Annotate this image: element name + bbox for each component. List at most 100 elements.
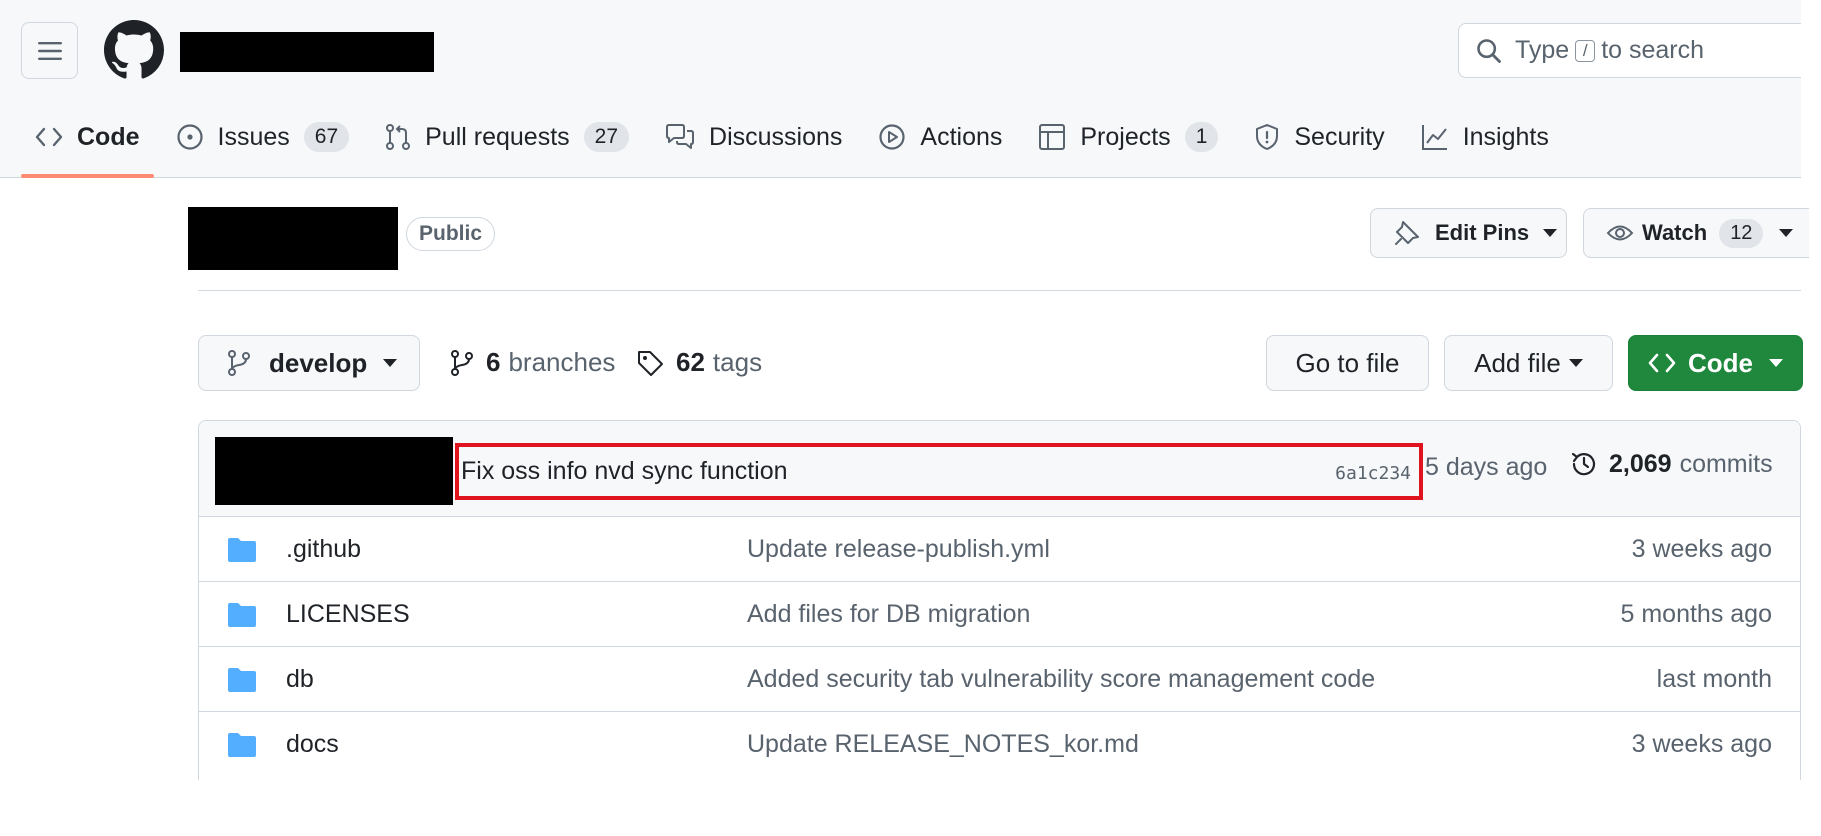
branch-name: develop: [269, 347, 368, 378]
tab-issues-label: Issues: [217, 122, 290, 151]
tab-insights-label: Insights: [1462, 122, 1549, 151]
branch-select-button[interactable]: develop: [198, 335, 420, 391]
tags-label: tags: [712, 347, 763, 377]
search-icon: [1477, 39, 1501, 63]
issues-count-badge: 67: [303, 122, 350, 152]
file-row[interactable]: db Added security tab vulnerability scor…: [199, 647, 1800, 712]
commit-count-label: commits: [1679, 449, 1773, 478]
folder-icon: [228, 538, 256, 562]
pull-requests-count-badge: 27: [583, 122, 630, 152]
edit-pins-label: Edit Pins: [1435, 220, 1530, 245]
play-icon: [879, 124, 905, 150]
menu-button[interactable]: [21, 22, 78, 79]
watch-count-badge: 12: [1719, 218, 1764, 248]
branches-count: 6: [486, 347, 501, 377]
projects-count-badge: 1: [1184, 122, 1219, 152]
file-name[interactable]: LICENSES: [286, 600, 410, 629]
tab-security[interactable]: Security: [1240, 112, 1398, 162]
commits-link[interactable]: 2,069 commits: [1569, 449, 1773, 479]
latest-commit-bar: Fix oss info nvd sync function 6a1c234 5…: [199, 421, 1800, 517]
latest-commit-message[interactable]: Fix oss info nvd sync function 6a1c234: [455, 443, 1423, 500]
tab-issues[interactable]: Issues 67: [162, 112, 364, 162]
tab-security-label: Security: [1294, 122, 1385, 151]
commit-message-text[interactable]: Fix oss info nvd sync function: [461, 457, 788, 486]
file-commit-time: 5 months ago: [1620, 600, 1773, 628]
go-to-file-label: Go to file: [1295, 347, 1400, 378]
tab-discussions-label: Discussions: [709, 122, 843, 151]
file-commit-time: 3 weeks ago: [1631, 535, 1772, 563]
code-button-label: Code: [1688, 347, 1753, 378]
github-logo-icon[interactable]: [104, 20, 164, 80]
visibility-badge: Public: [406, 217, 496, 251]
commit-sha[interactable]: 6a1c234: [1335, 463, 1411, 484]
tab-pull-requests[interactable]: Pull requests 27: [371, 112, 643, 162]
code-button[interactable]: Code: [1628, 335, 1803, 391]
eye-icon: [1606, 225, 1634, 241]
file-name[interactable]: .github: [286, 535, 361, 564]
issue-icon: [176, 124, 203, 150]
add-file-button[interactable]: Add file: [1444, 335, 1613, 391]
file-row[interactable]: docs Update RELEASE_NOTES_kor.md 3 weeks…: [199, 712, 1800, 777]
file-browser: Fix oss info nvd sync function 6a1c234 5…: [198, 420, 1801, 780]
owner-repo-redacted[interactable]: [180, 32, 434, 72]
branch-icon: [451, 349, 473, 376]
commit-count: 2,069: [1609, 449, 1672, 478]
tab-projects-label: Projects: [1080, 122, 1171, 151]
file-row[interactable]: LICENSES Add files for DB migration 5 mo…: [199, 582, 1800, 647]
file-name[interactable]: docs: [286, 730, 339, 759]
tab-code-label: Code: [77, 122, 140, 151]
edit-pins-button[interactable]: Edit Pins: [1370, 208, 1567, 258]
repo-name-redacted[interactable]: [188, 207, 398, 270]
graph-icon: [1421, 125, 1447, 150]
tags-count: 62: [676, 347, 705, 377]
pin-icon: [1395, 221, 1419, 245]
folder-icon: [228, 733, 256, 757]
file-commit-message[interactable]: Add files for DB migration: [747, 600, 1030, 629]
tag-icon: [638, 350, 663, 376]
table-icon: [1039, 124, 1066, 150]
chevron-down-icon: [1769, 359, 1783, 367]
code-icon: [1648, 353, 1676, 373]
search-placeholder-suffix: to search: [1601, 36, 1705, 64]
chevron-down-icon: [1543, 229, 1558, 237]
folder-icon: [228, 668, 256, 692]
tab-actions-label: Actions: [920, 122, 1003, 151]
tab-insights[interactable]: Insights: [1407, 112, 1563, 162]
pull-request-icon: [386, 124, 411, 150]
tab-pull-requests-label: Pull requests: [425, 122, 570, 151]
file-commit-time: last month: [1656, 665, 1772, 693]
tab-projects[interactable]: Projects 1: [1024, 112, 1232, 162]
watch-label: Watch: [1642, 220, 1708, 245]
file-name[interactable]: db: [286, 665, 314, 694]
watch-button[interactable]: Watch 12: [1583, 208, 1809, 258]
branches-link[interactable]: 6 branches: [450, 347, 615, 378]
branches-label: branches: [508, 347, 616, 377]
commit-author-redacted[interactable]: [215, 437, 453, 505]
chevron-down-icon: [1779, 229, 1794, 237]
tags-link[interactable]: 62 tags: [636, 347, 762, 378]
discussion-icon: [666, 124, 695, 149]
tab-discussions[interactable]: Discussions: [651, 112, 856, 162]
search-shortcut-key: /: [1575, 39, 1596, 62]
go-to-file-button[interactable]: Go to file: [1266, 335, 1429, 391]
file-commit-message[interactable]: Update release-publish.yml: [747, 535, 1050, 564]
add-file-label: Add file: [1474, 347, 1561, 378]
branch-icon: [228, 350, 250, 376]
repo-nav: Code Issues 67 Pull requests 27 Discussi…: [21, 112, 1571, 178]
hamburger-icon: [37, 41, 62, 60]
chevron-down-icon: [383, 359, 398, 367]
tab-actions[interactable]: Actions: [864, 112, 1016, 162]
title-divider: [198, 290, 1801, 291]
file-row[interactable]: .github Update release-publish.yml 3 wee…: [199, 517, 1800, 582]
search-placeholder-prefix: Type: [1515, 36, 1570, 64]
tab-code[interactable]: Code: [21, 112, 154, 178]
code-icon: [35, 127, 63, 147]
file-commit-message[interactable]: Update RELEASE_NOTES_kor.md: [747, 730, 1139, 759]
shield-icon: [1256, 124, 1279, 150]
global-header: Type / to search Code Issues 67 Pull req…: [0, 0, 1801, 178]
file-commit-time: 3 weeks ago: [1631, 730, 1772, 758]
folder-icon: [228, 603, 256, 627]
file-commit-message[interactable]: Added security tab vulnerability score m…: [747, 665, 1375, 694]
commit-time: 5 days ago: [1425, 453, 1548, 481]
search-input[interactable]: Type / to search: [1458, 23, 1801, 78]
